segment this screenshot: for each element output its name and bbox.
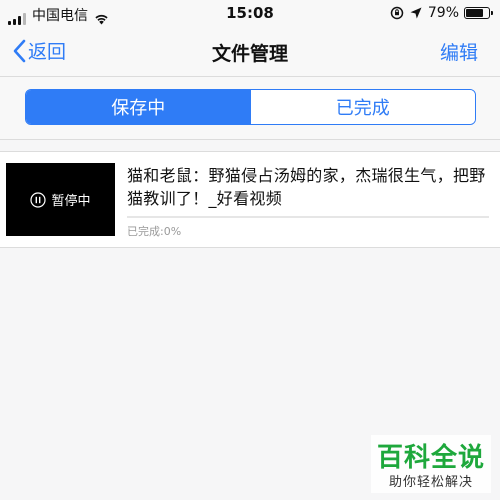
page-title: 文件管理 (211, 43, 288, 65)
pause-icon (30, 191, 47, 208)
tab-saving[interactable]: 保存中 (26, 90, 251, 124)
nav-bar: 返回 文件管理 编辑 (0, 26, 500, 77)
status-right: 79% (390, 5, 493, 21)
video-title[interactable]: 猫和老鼠：野猫侵占汤姆的家，杰瑞很生气，把野猫教训了！_好看视频 (127, 164, 492, 210)
status-bar: 中国电信 15:08 79% (0, 0, 500, 26)
battery-icon (464, 7, 493, 19)
video-thumbnail[interactable]: 暂停中 (6, 163, 115, 236)
progress-text: 已完成:0% (127, 225, 182, 238)
watermark-logo: 百科全说 助你轻松解决 (371, 435, 491, 493)
segment-area: 保存中 已完成 (0, 77, 500, 140)
battery-fill (466, 9, 483, 17)
orientation-lock-icon (390, 6, 404, 20)
watermark-title: 百科全说 (376, 443, 485, 473)
location-icon (410, 7, 422, 19)
tab-completed[interactable]: 已完成 (250, 90, 475, 124)
progress-bar (127, 216, 489, 218)
battery-percent: 79% (427, 5, 459, 21)
download-list: 暂停中 猫和老鼠：野猫侵占汤姆的家，杰瑞很生气，把野猫教训了！_好看视频 已完成… (0, 151, 500, 248)
watermark-slogan: 助你轻松解决 (388, 475, 473, 490)
edit-button[interactable]: 编辑 (440, 38, 478, 65)
segmented-control: 保存中 已完成 (25, 89, 476, 125)
paused-label: 暂停中 (51, 194, 91, 209)
